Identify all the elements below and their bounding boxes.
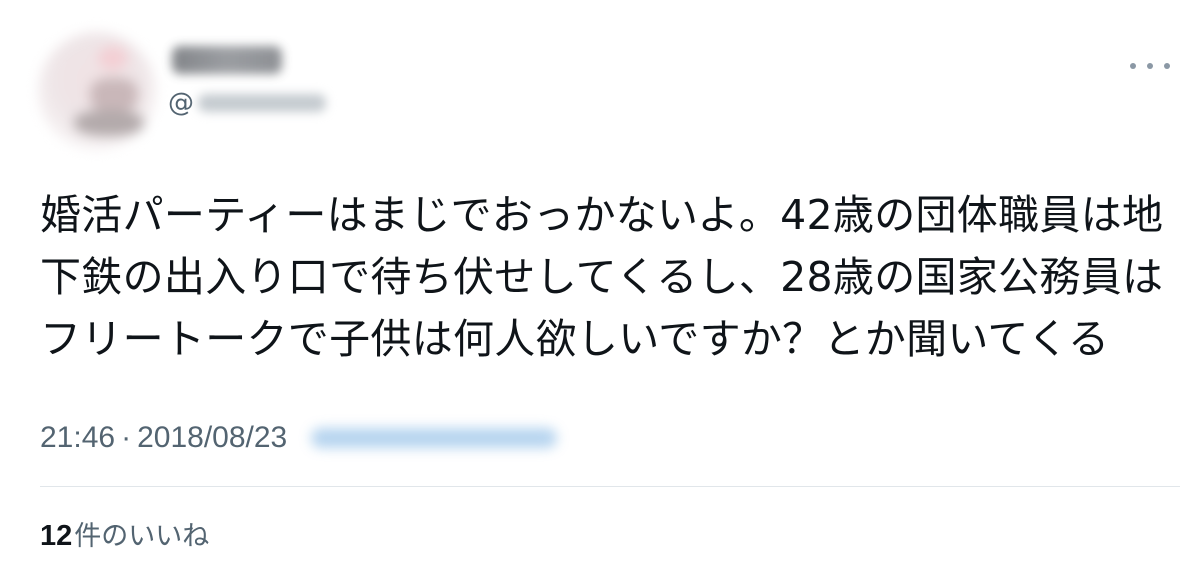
likes-count: 12 (40, 520, 73, 552)
likes-link[interactable]: 12 件のいいね (40, 514, 210, 552)
handle-at-sign: @ (168, 88, 194, 118)
more-dot (1147, 63, 1153, 69)
divider (40, 486, 1180, 487)
tweet-time[interactable]: 21:46 (40, 421, 115, 455)
display-name-blurred[interactable] (172, 46, 282, 74)
tweet-source-blurred[interactable] (311, 428, 558, 448)
avatar[interactable] (38, 32, 156, 150)
more-dot (1130, 63, 1136, 69)
avatar-detail (74, 110, 144, 136)
tweet-meta: 21:46 · 2018/08/23 (40, 418, 558, 458)
likes-label: 件のいいね (74, 521, 210, 552)
tweet-text-line: 婚活パーティーはまじでおっかないよ。42歳の団体職員は地 (40, 191, 1164, 239)
more-dot (1164, 63, 1170, 69)
tweet-text-line: フリートークで子供は何人欲しいですか？とか聞いてくる (40, 315, 1110, 363)
more-horizontal-icon[interactable] (1130, 58, 1170, 74)
avatar-detail (90, 78, 138, 112)
tweet-text: 婚活パーティーはまじでおっかないよ。42歳の団体職員は地 下鉄の出入り口で待ち伏… (40, 184, 1180, 370)
handle-blurred (198, 94, 326, 112)
meta-separator: · (121, 421, 132, 454)
tweet-date[interactable]: 2018/08/23 (137, 421, 287, 455)
tweet-text-line: 下鉄の出入り口で待ち伏せしてくるし、28歳の国家公務員は (40, 253, 1164, 301)
avatar-detail (98, 46, 128, 70)
tweet-card: @ 婚活パーティーはまじでおっかないよ。42歳の団体職員は地 下鉄の出入り口で待… (0, 0, 1200, 571)
user-handle[interactable]: @ (168, 88, 326, 118)
